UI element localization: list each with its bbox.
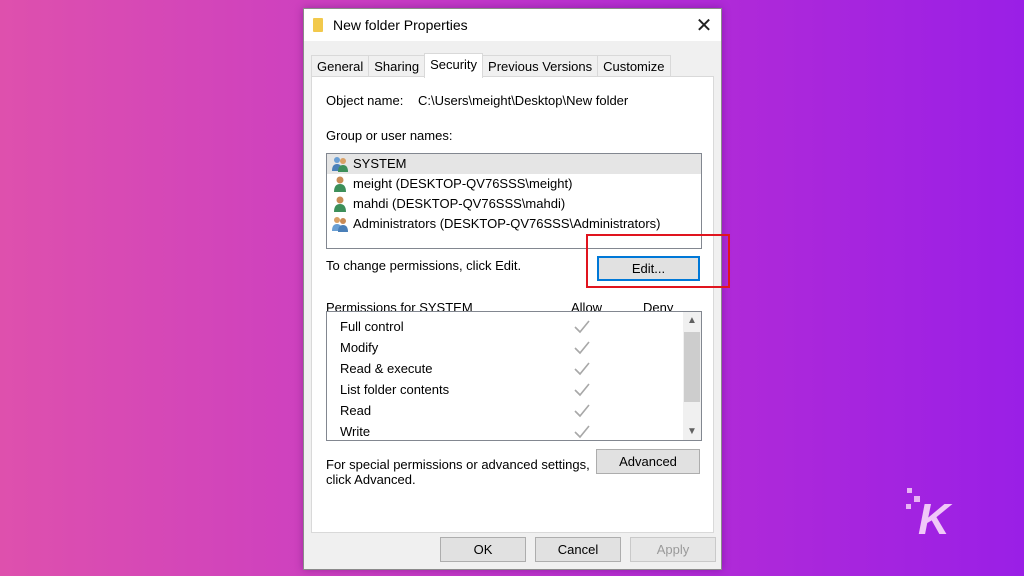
permissions-scrollbar[interactable]: ▲ ▼ [683,312,701,440]
close-button[interactable]: ✕ [687,9,721,41]
list-item-system[interactable]: SYSTEM [327,154,701,174]
tab-strip: General Sharing Security Previous Versio… [311,53,671,78]
tab-security[interactable]: Security [424,53,484,78]
scroll-up-icon[interactable]: ▲ [683,312,701,329]
folder-icon [313,18,323,32]
permission-row: Full control [327,317,682,338]
cancel-button-label: Cancel [557,542,599,557]
scroll-thumb[interactable] [684,332,700,402]
tab-sharing[interactable]: Sharing [368,55,426,77]
group-names-label: Group or user names: [326,128,453,143]
check-icon [574,362,590,376]
dialog-title: New folder Properties [333,17,468,33]
list-item-meight[interactable]: meight (DESKTOP-QV76SSS\meight) [327,174,701,194]
permission-name: List folder contents [340,382,450,397]
check-icon [574,341,590,355]
permission-row: Read & execute [327,359,682,380]
permission-row: Modify [327,338,682,359]
watermark-logo: K [906,488,953,542]
cancel-button[interactable]: Cancel [535,537,621,562]
advanced-hint-line2: click Advanced. [326,472,416,487]
ok-button-label: OK [473,542,493,557]
check-icon [574,404,590,418]
check-icon [574,320,590,334]
user-icon [334,196,346,212]
check-icon [574,383,590,397]
permission-name: Write [340,424,371,439]
permission-name: Read [340,403,372,418]
permission-name: Modify [340,340,379,355]
close-icon: ✕ [695,14,713,37]
scroll-down-icon[interactable]: ▼ [683,423,701,440]
tab-general[interactable]: General [311,55,370,77]
title-bar: New folder Properties ✕ [304,9,721,41]
list-item-mahdi[interactable]: mahdi (DESKTOP-QV76SSS\mahdi) [327,194,701,214]
group-icon [332,157,348,172]
advanced-button[interactable]: Advanced [596,449,700,474]
apply-button[interactable]: Apply [630,537,716,562]
edit-button-label: Edit... [631,261,666,276]
tab-previous-versions[interactable]: Previous Versions [482,55,599,77]
permission-row: List folder contents [327,380,682,401]
security-panel: Object name: C:\Users\meight\Desktop\New… [311,76,730,533]
permission-name: Full control [340,319,404,334]
change-permissions-hint: To change permissions, click Edit. [326,258,522,273]
user-name: meight (DESKTOP-QV76SSS\meight) [353,176,573,191]
advanced-button-label: Advanced [619,454,677,469]
logo-dot [906,504,911,509]
object-name-label: Object name: [326,93,404,108]
user-name: Administrators (DESKTOP-QV76SSS\Administ… [353,216,661,231]
list-item-administrators[interactable]: Administrators (DESKTOP-QV76SSS\Administ… [327,214,701,234]
user-name: SYSTEM [353,156,407,171]
logo-letter: K [918,495,953,542]
object-name-value: C:\Users\meight\Desktop\New folder [418,93,629,108]
permission-row: Write [327,422,682,440]
ok-button[interactable]: OK [440,537,526,562]
user-name: mahdi (DESKTOP-QV76SSS\mahdi) [353,196,566,211]
user-icon [334,176,346,192]
tab-customize[interactable]: Customize [597,55,671,77]
properties-dialog: New folder Properties ✕ General Sharing … [303,8,730,570]
logo-dot [907,488,912,493]
advanced-hint-line1: For special permissions or advanced sett… [326,457,590,472]
permissions-list: Full control Modify Read & execute List … [326,311,702,441]
group-icon [332,217,348,232]
check-icon [574,425,590,439]
apply-button-label: Apply [656,542,690,557]
edit-button[interactable]: Edit... [597,256,700,281]
permission-name: Read & execute [340,361,433,376]
permission-row: Read [327,401,682,422]
